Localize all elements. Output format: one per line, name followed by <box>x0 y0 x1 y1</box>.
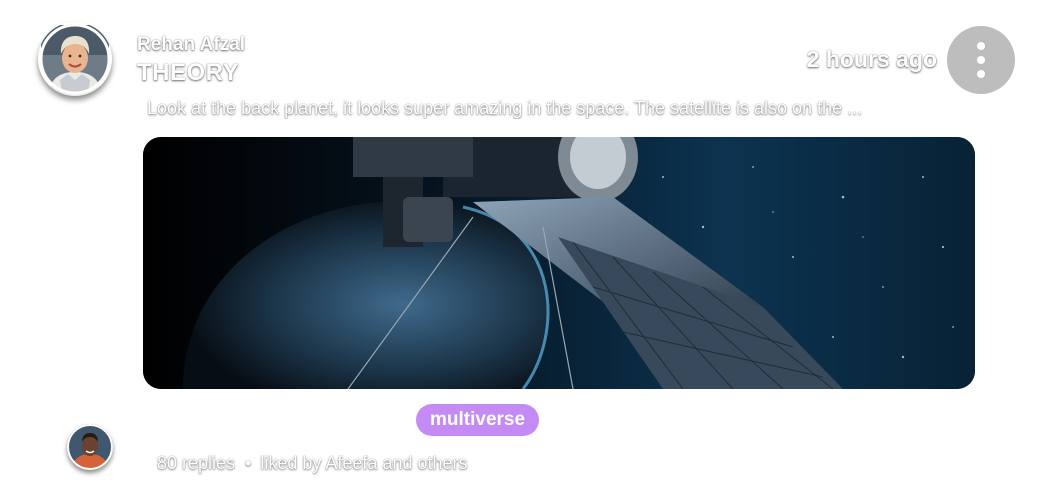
tag-chip[interactable]: multiverse <box>416 404 540 436</box>
author-avatar-image <box>39 23 111 96</box>
footer-separator: • <box>245 453 252 473</box>
reply-avatar[interactable] <box>67 424 113 470</box>
post-preview-text[interactable]: Look at the back planet, it looks super … <box>147 98 957 119</box>
reply-avatar-image <box>67 424 113 470</box>
author-avatar[interactable] <box>38 22 112 96</box>
post-timestamp: 2 hours ago <box>806 46 937 72</box>
dot <box>977 56 985 64</box>
likes-summary[interactable]: liked by Afeefa and others <box>260 453 467 473</box>
post-card: Rehan Afzal THEORY 2 hours ago Look at t… <box>0 0 1063 503</box>
satellite-space-image <box>143 137 975 389</box>
post-image[interactable] <box>143 137 975 389</box>
dot <box>977 70 985 78</box>
replies-count[interactable]: 80 replies <box>157 453 235 473</box>
post-footer: 80 replies • liked by Afeefa and others <box>157 453 468 474</box>
more-options-button[interactable] <box>947 26 1015 94</box>
post-category: THEORY <box>137 59 240 86</box>
dot <box>977 42 985 50</box>
author-name[interactable]: Rehan Afzal <box>137 34 245 56</box>
